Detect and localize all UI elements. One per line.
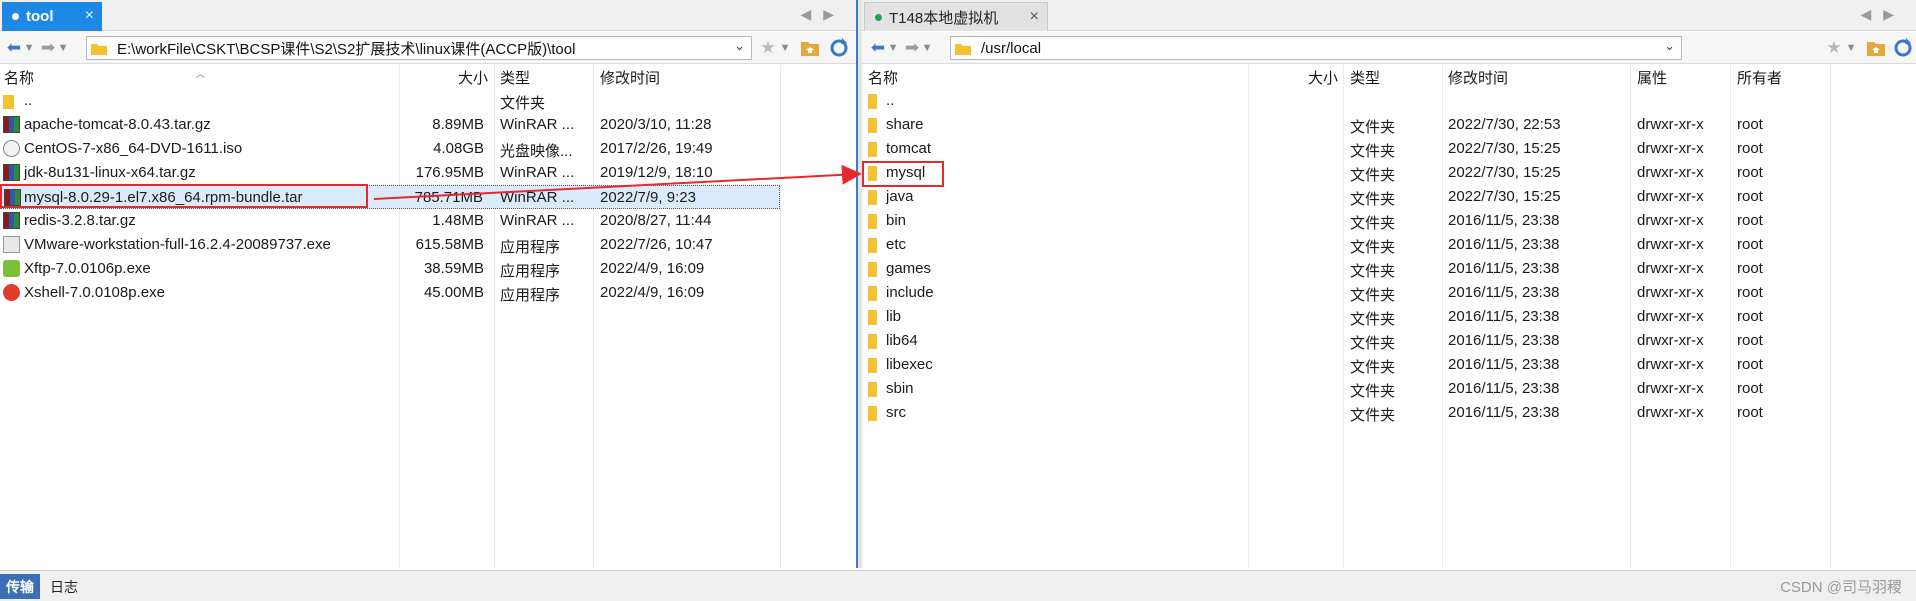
tab-transfer[interactable]: 传输 <box>0 574 40 599</box>
csdn-watermark: CSDN @司马羽稷 <box>1780 579 1902 596</box>
drag-arrow-icon <box>373 164 862 200</box>
bottom-panel-tabs: 传输 日志 CSDN @司马羽稷 <box>0 570 1916 601</box>
xftp-window: tool × ◀▶ ⬅ ▼ ➡ ▼ E:\workFile\CSKT\BCSP课… <box>0 0 1916 601</box>
tab-log[interactable]: 日志 <box>44 574 84 599</box>
